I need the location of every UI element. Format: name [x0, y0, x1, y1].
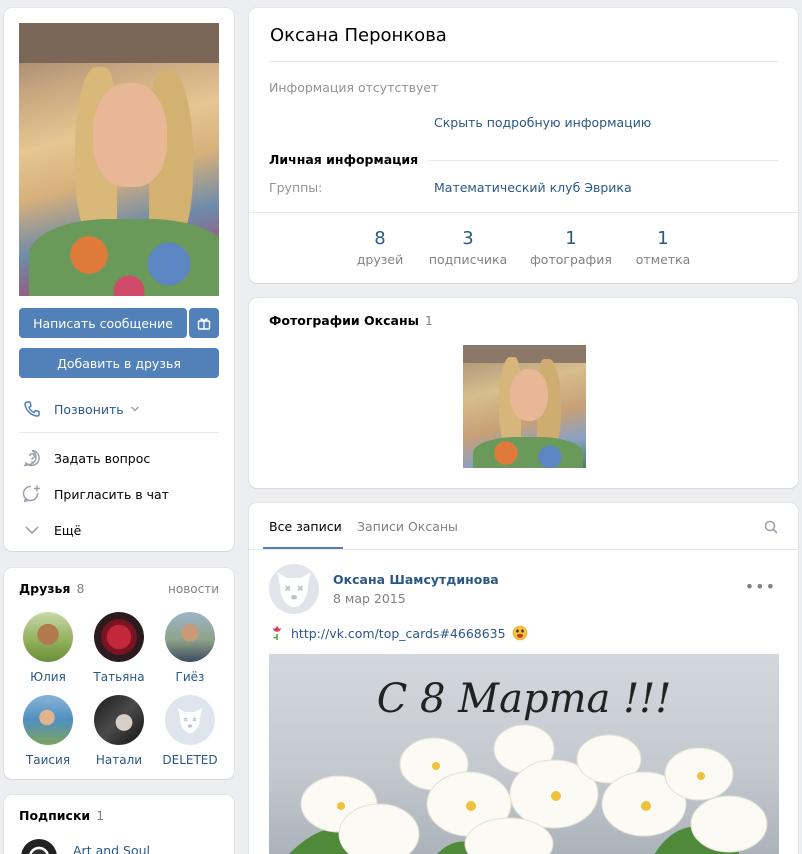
photos-title: Фотографии Оксаны	[269, 313, 419, 328]
call-button[interactable]: Позвонить	[22, 399, 140, 419]
post-image[interactable]: С 8 Марта !!!	[269, 654, 779, 854]
friend-avatar	[23, 695, 73, 745]
profile-avatar[interactable]	[19, 23, 219, 296]
personal-info-header: Личная информация	[269, 152, 429, 167]
divider	[249, 549, 798, 550]
emoji-icon	[512, 625, 527, 641]
post-text: http://vk.com/top_cards#4668635	[269, 625, 528, 641]
subscriptions-card: Подписки 1 Art and Soul	[4, 795, 234, 854]
deleted-dog-icon	[277, 572, 311, 608]
question-icon	[22, 448, 42, 468]
friend-name: Таисия	[25, 753, 71, 767]
post-link[interactable]: http://vk.com/top_cards#4668635	[291, 626, 506, 641]
gift-button[interactable]	[189, 308, 219, 338]
add-friend-button[interactable]: Добавить в друзья	[19, 348, 219, 378]
friend-name: Юлия	[30, 670, 66, 684]
subscriptions-title: Подписки	[19, 808, 91, 823]
hide-details-link[interactable]: Скрыть подробную информацию	[434, 115, 651, 130]
friends-title: Друзья	[19, 581, 71, 596]
friend-avatar	[94, 695, 144, 745]
chat-plus-icon	[22, 484, 42, 504]
flowers-illustration	[289, 724, 768, 854]
rose-icon	[273, 626, 281, 640]
friend-item[interactable]: Гиёз	[158, 612, 222, 684]
info-card: Оксана Перонкова Информация отсутствует …	[249, 8, 798, 283]
more-chevron-icon	[22, 520, 42, 540]
tab-own-posts[interactable]: Записи Оксаны	[357, 519, 458, 534]
ask-question-label: Задать вопрос	[54, 450, 151, 466]
friend-item[interactable]: Татьяна	[87, 612, 151, 684]
post-author-link[interactable]: Оксана Шамсутдинова	[333, 572, 499, 587]
search-icon[interactable]	[764, 520, 778, 534]
groups-label: Группы:	[269, 180, 323, 195]
friend-name: Натали	[95, 753, 143, 767]
subscription-avatar	[21, 839, 57, 854]
friend-avatar	[165, 695, 215, 745]
invite-chat-label: Пригласить в чат	[54, 486, 169, 502]
friend-avatar	[165, 612, 215, 662]
send-message-button[interactable]: Написать сообщение	[19, 308, 187, 338]
friend-item[interactable]: DELETED	[158, 695, 222, 767]
friends-card: Друзья 8 новости Юлия Татьяна Гиёз Таисия…	[4, 568, 234, 779]
page: Написать сообщение Добавить в друзья Поз…	[0, 0, 802, 854]
more-button[interactable]: Ещё	[22, 520, 81, 540]
no-info-text: Информация отсутствует	[269, 80, 439, 95]
post-date[interactable]: 8 мар 2015	[333, 591, 406, 606]
tab-all-posts[interactable]: Все записи	[269, 519, 342, 534]
profile-card: Написать сообщение Добавить в друзья Поз…	[4, 8, 234, 551]
divider	[249, 212, 798, 213]
counter-label: друзей	[356, 252, 404, 267]
friend-name: Татьяна	[93, 670, 145, 684]
divider	[269, 61, 778, 62]
counter-number: 8	[374, 228, 386, 249]
friend-item[interactable]: Таисия	[16, 695, 80, 767]
invite-chat-button[interactable]: Пригласить в чат	[22, 484, 169, 504]
subscription-name: Art and Soul	[73, 842, 151, 854]
more-label: Ещё	[54, 522, 82, 538]
friend-item[interactable]: Натали	[87, 695, 151, 767]
page-title: Оксана Перонкова	[270, 25, 447, 46]
counter-followers[interactable]: 3 подписчика	[423, 228, 513, 267]
subscriptions-header[interactable]: Подписки 1	[19, 808, 104, 823]
friend-item[interactable]: Юлия	[16, 612, 80, 684]
friend-name: DELETED	[162, 753, 218, 767]
photos-count: 1	[424, 313, 433, 328]
groups-value-link[interactable]: Математический клуб Эврика	[434, 180, 632, 195]
friend-name: Гиёз	[175, 670, 205, 684]
photos-card: Фотографии Оксаны 1	[249, 298, 798, 488]
more-dots-icon[interactable]: •••	[745, 577, 776, 596]
post-author-avatar[interactable]	[269, 564, 319, 614]
subscriptions-count: 1	[96, 808, 105, 823]
friend-avatar	[94, 612, 144, 662]
counter-friends[interactable]: 8 друзей	[335, 228, 425, 267]
deleted-dog-icon	[178, 708, 202, 733]
friends-count: 8	[76, 581, 85, 596]
counter-number: 1	[657, 228, 669, 249]
wall-card: Все записи Записи Оксаны Оксана Шамсутди…	[249, 503, 798, 854]
counter-tags[interactable]: 1 отметка	[618, 228, 708, 267]
subscription-item[interactable]: Art and Soul	[21, 839, 150, 854]
divider	[19, 432, 219, 433]
call-label: Позвонить	[54, 401, 124, 417]
photo-thumbnail[interactable]	[463, 345, 586, 468]
friend-avatar	[23, 612, 73, 662]
counter-number: 1	[565, 228, 577, 249]
friends-header[interactable]: Друзья 8	[19, 581, 84, 596]
chevron-down-icon	[130, 406, 139, 412]
counter-label: отметка	[635, 252, 691, 267]
counter-photos[interactable]: 1 фотография	[526, 228, 616, 267]
gift-icon	[197, 318, 211, 330]
friends-news-link[interactable]: новости	[168, 582, 219, 596]
counter-label: фотография	[530, 252, 612, 267]
phone-icon	[22, 399, 42, 419]
ask-question-button[interactable]: Задать вопрос	[22, 448, 150, 468]
counter-label: подписчика	[428, 252, 508, 267]
photos-header[interactable]: Фотографии Оксаны 1	[269, 313, 433, 328]
counter-number: 3	[462, 228, 474, 249]
